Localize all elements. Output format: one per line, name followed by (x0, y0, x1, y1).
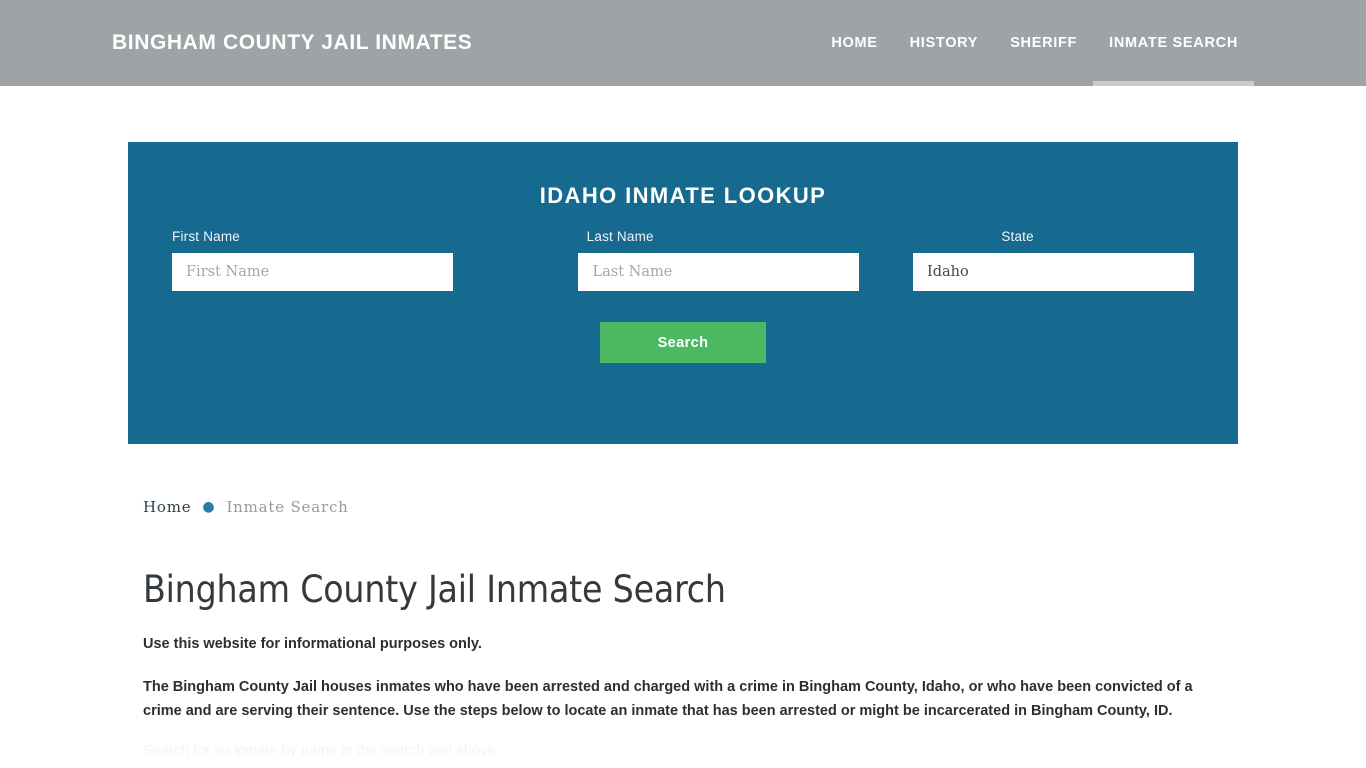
last-name-input[interactable] (578, 253, 860, 291)
last-name-label: Last Name (586, 229, 654, 244)
breadcrumb: Home ● Inmate Search (143, 498, 1223, 516)
nav-item-history[interactable]: History (894, 0, 995, 86)
nav-item-sheriff[interactable]: Sheriff (994, 0, 1093, 86)
state-field-group: State (853, 229, 1194, 291)
inmate-lookup-panel: Idaho Inmate Lookup First Name Last Name… (128, 142, 1238, 444)
nav-item-inmate-search[interactable]: Inmate Search (1093, 0, 1254, 86)
first-name-field-group: First Name (172, 229, 513, 291)
page-title: Bingham County Jail Inmate Search (143, 568, 726, 611)
state-label: State (1001, 229, 1034, 244)
last-name-field-group: Last Name (513, 229, 860, 291)
intro-paragraph: Use this website for informational purpo… (143, 636, 482, 652)
nav-item-home[interactable]: Home (815, 0, 893, 86)
search-button[interactable]: Search (600, 322, 766, 363)
description-paragraph: The Bingham County Jail houses inmates w… (143, 679, 1193, 719)
breadcrumb-current: Inmate Search (226, 498, 349, 516)
site-brand[interactable]: Bingham County Jail Inmates (112, 31, 472, 55)
cutoff-paragraph: Search for an inmate by name in the sear… (143, 743, 496, 760)
site-header: Bingham County Jail Inmates Home History… (0, 0, 1366, 86)
first-name-label: First Name (172, 229, 241, 244)
lookup-fields-row: First Name Last Name State (128, 229, 1238, 291)
search-button-wrap: Search (128, 322, 1238, 363)
breadcrumb-separator-icon: ● (202, 499, 216, 515)
main-navigation: Home History Sheriff Inmate Search (815, 0, 1254, 86)
state-input[interactable] (912, 253, 1194, 291)
lookup-panel-title: Idaho Inmate Lookup (539, 183, 827, 208)
first-name-input[interactable] (172, 253, 453, 291)
breadcrumb-home-link[interactable]: Home (143, 498, 191, 516)
main-content: Home ● Inmate Search Bingham County Jail… (143, 498, 1223, 759)
